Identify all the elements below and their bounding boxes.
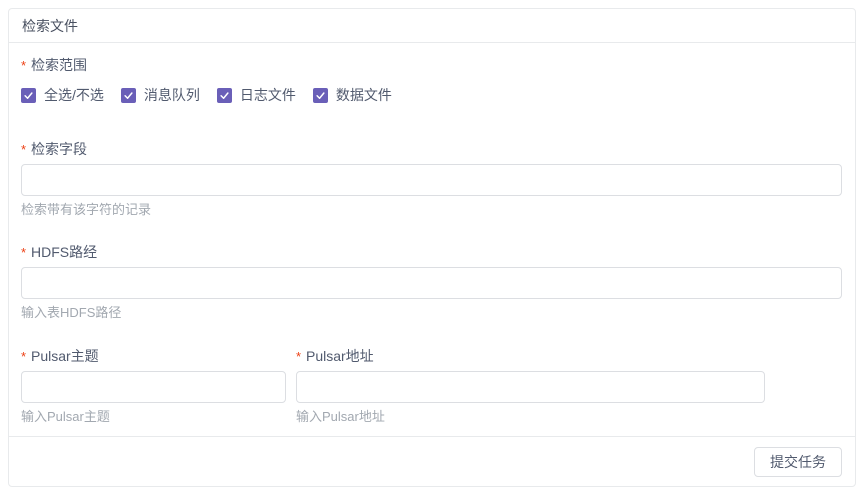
form-item-search-field: *检索字段 检索带有该字符的记录 bbox=[21, 140, 842, 219]
checkbox-select-all[interactable]: 全选/不选 bbox=[21, 85, 104, 105]
checkbox-message-queue[interactable]: 消息队列 bbox=[121, 85, 200, 105]
checkbox-label: 消息队列 bbox=[144, 85, 200, 105]
pulsar-topic-input[interactable] bbox=[21, 371, 286, 403]
form-item-pulsar-address: *Pulsar地址 输入Pulsar地址 bbox=[296, 347, 765, 426]
checkbox-label: 数据文件 bbox=[336, 85, 392, 105]
required-marker: * bbox=[21, 244, 26, 262]
scope-label-text: 检索范围 bbox=[31, 57, 87, 73]
search-field-label-text: 检索字段 bbox=[31, 141, 87, 157]
checkbox-log-files[interactable]: 日志文件 bbox=[217, 85, 296, 105]
pulsar-topic-label-text: Pulsar主题 bbox=[31, 348, 99, 364]
checkbox-checked-icon[interactable] bbox=[217, 88, 232, 103]
checkbox-label: 日志文件 bbox=[240, 85, 296, 105]
hdfs-path-helper: 输入表HDFS路径 bbox=[21, 304, 842, 322]
checkbox-checked-icon[interactable] bbox=[313, 88, 328, 103]
checkbox-checked-icon[interactable] bbox=[121, 88, 136, 103]
search-form: *检索范围 全选/不选 消息队列 日志文件 数据文件 bbox=[9, 43, 855, 436]
pulsar-address-label: *Pulsar地址 bbox=[306, 347, 374, 365]
form-item-scope: *检索范围 全选/不选 消息队列 日志文件 数据文件 bbox=[21, 56, 842, 105]
page-title: 检索文件 bbox=[22, 19, 78, 33]
pulsar-topic-label: *Pulsar主题 bbox=[31, 347, 99, 365]
scope-label: *检索范围 bbox=[31, 56, 87, 74]
checkbox-label: 全选/不选 bbox=[44, 85, 104, 105]
pulsar-topic-helper: 输入Pulsar主题 bbox=[21, 408, 286, 426]
hdfs-path-input[interactable] bbox=[21, 267, 842, 299]
pulsar-address-helper: 输入Pulsar地址 bbox=[296, 408, 765, 426]
search-files-card: 检索文件 *检索范围 全选/不选 消息队列 日志文件 bbox=[8, 8, 856, 487]
search-field-input[interactable] bbox=[21, 164, 842, 196]
required-marker: * bbox=[21, 141, 26, 159]
required-marker: * bbox=[21, 57, 26, 75]
form-item-hdfs-path: *HDFS路经 输入表HDFS路径 bbox=[21, 243, 842, 322]
card-footer: 提交任务 bbox=[9, 436, 855, 486]
pulsar-row: *Pulsar主题 输入Pulsar主题 *Pulsar地址 输入Pulsar地… bbox=[21, 347, 842, 426]
checkbox-data-files[interactable]: 数据文件 bbox=[313, 85, 392, 105]
search-field-label: *检索字段 bbox=[31, 140, 87, 158]
hdfs-path-label-text: HDFS路经 bbox=[31, 244, 97, 260]
hdfs-path-label: *HDFS路经 bbox=[31, 243, 97, 261]
required-marker: * bbox=[21, 348, 26, 366]
form-item-pulsar-topic: *Pulsar主题 输入Pulsar主题 bbox=[21, 347, 286, 426]
pulsar-address-label-text: Pulsar地址 bbox=[306, 348, 374, 364]
search-field-helper: 检索带有该字符的记录 bbox=[21, 201, 842, 219]
card-header: 检索文件 bbox=[9, 9, 855, 43]
pulsar-address-input[interactable] bbox=[296, 371, 765, 403]
scope-checkbox-row: 全选/不选 消息队列 日志文件 数据文件 bbox=[21, 85, 842, 105]
required-marker: * bbox=[296, 348, 301, 366]
submit-task-button[interactable]: 提交任务 bbox=[754, 447, 842, 477]
checkbox-checked-icon[interactable] bbox=[21, 88, 36, 103]
